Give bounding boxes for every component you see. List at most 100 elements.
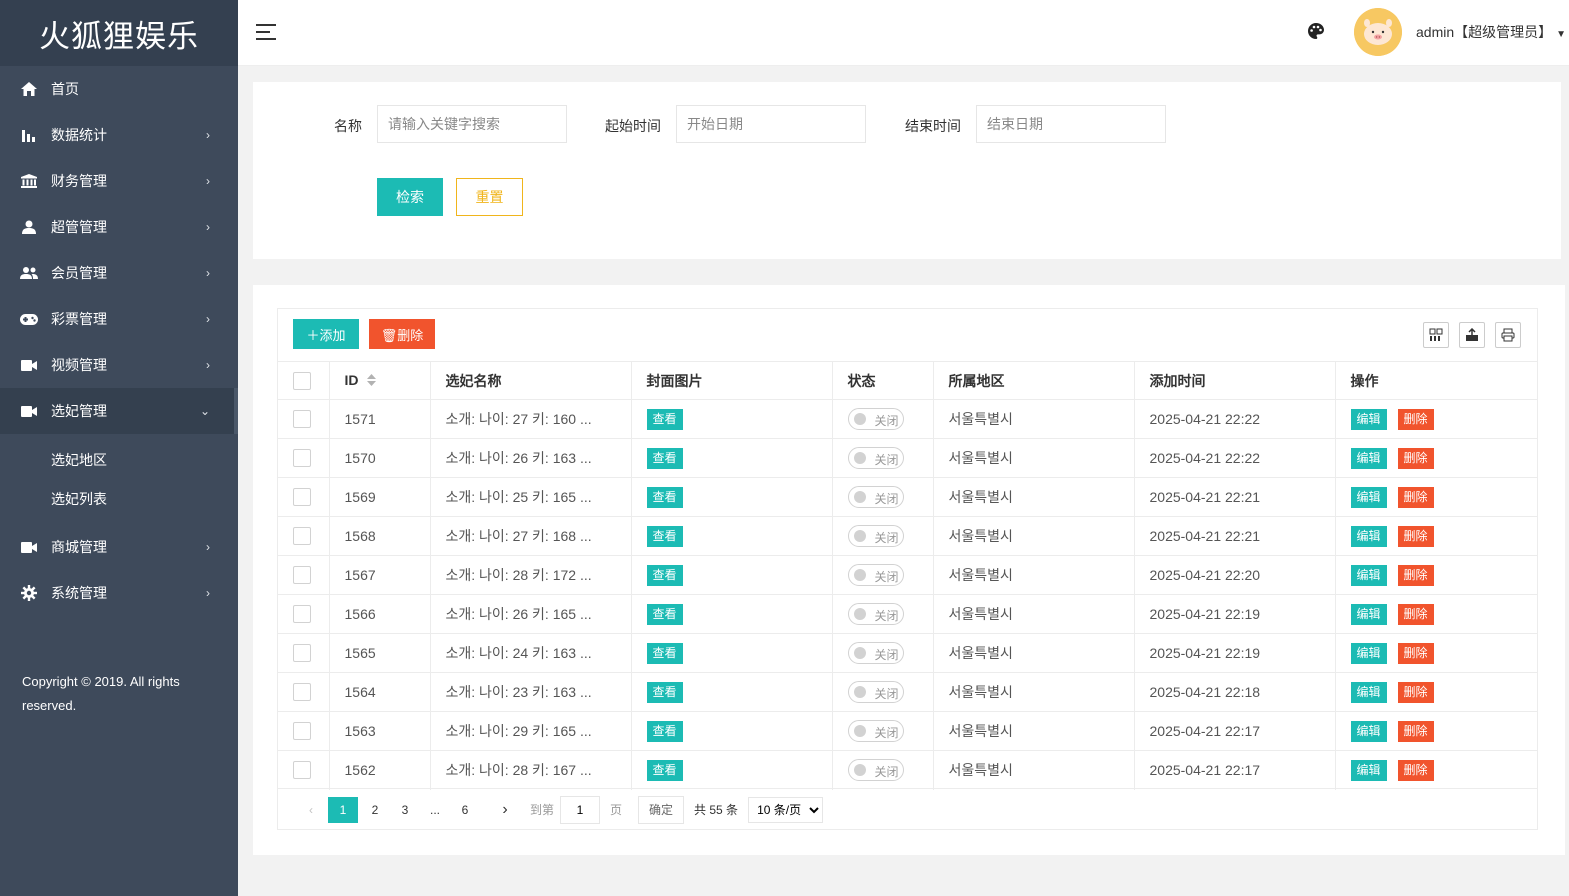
- view-cover-button[interactable]: 查看: [646, 642, 683, 664]
- cell-id: 1569: [329, 477, 431, 517]
- sidebar-item-lottery[interactable]: 彩票管理 ›: [0, 296, 238, 342]
- row-checkbox[interactable]: [293, 683, 311, 702]
- edit-button[interactable]: 编辑: [1350, 603, 1387, 625]
- row-checkbox[interactable]: [293, 722, 311, 741]
- columns-filter-icon[interactable]: [1423, 322, 1449, 348]
- edit-button[interactable]: 编辑: [1350, 720, 1387, 742]
- view-cover-button[interactable]: 查看: [646, 525, 683, 547]
- sidebar-item-system[interactable]: 系统管理 ›: [0, 570, 238, 616]
- row-checkbox[interactable]: [293, 527, 311, 546]
- delete-button[interactable]: 删除: [1397, 759, 1434, 781]
- page-current[interactable]: 1: [328, 796, 358, 823]
- status-toggle[interactable]: 关闭: [847, 759, 904, 782]
- sidebar-item-super-admin[interactable]: 超管管理 ›: [0, 204, 238, 250]
- view-cover-button[interactable]: 查看: [646, 603, 683, 625]
- export-icon[interactable]: [1459, 322, 1485, 348]
- delete-button[interactable]: 删除: [1397, 447, 1434, 469]
- goto-page-input[interactable]: [560, 795, 601, 824]
- page-size-select[interactable]: 10 条/页: [748, 796, 824, 823]
- cell-name: 소개: 나이: 26 키: 165 ...: [430, 594, 632, 634]
- row-checkbox[interactable]: [293, 644, 311, 663]
- batch-delete-button[interactable]: 🗑删除: [369, 319, 435, 349]
- sidebar-item-members[interactable]: 会员管理 ›: [0, 250, 238, 296]
- view-cover-button[interactable]: 查看: [646, 486, 683, 508]
- print-icon[interactable]: [1495, 322, 1521, 348]
- column-header-id[interactable]: ID: [329, 361, 431, 400]
- status-toggle[interactable]: 关闭: [847, 525, 904, 547]
- edit-button[interactable]: 编辑: [1350, 408, 1387, 430]
- row-checkbox[interactable]: [293, 488, 311, 507]
- sidebar-item-home[interactable]: 首页: [0, 66, 238, 112]
- sidebar-item-video[interactable]: 视频管理 ›: [0, 342, 238, 388]
- view-cover-button[interactable]: 查看: [646, 408, 683, 430]
- status-toggle[interactable]: 关闭: [847, 681, 904, 703]
- delete-button[interactable]: 删除: [1397, 408, 1434, 430]
- data-table-container: ＋添加 🗑删除 ID 选妃名称 封面图片 状态 所属地区 添加时间 操作 157…: [277, 308, 1538, 830]
- page-link[interactable]: 2: [362, 797, 388, 823]
- status-toggle[interactable]: 关闭: [847, 486, 904, 508]
- goto-confirm-button[interactable]: 确定: [638, 795, 685, 824]
- status-toggle[interactable]: 关闭: [847, 603, 904, 625]
- avatar[interactable]: [1354, 8, 1402, 56]
- menu-toggle-icon[interactable]: [256, 24, 276, 40]
- add-button[interactable]: ＋添加: [293, 319, 359, 349]
- users-icon: [20, 264, 38, 282]
- edit-button[interactable]: 编辑: [1350, 759, 1387, 781]
- edit-button[interactable]: 编辑: [1350, 447, 1387, 469]
- row-checkbox[interactable]: [293, 410, 311, 429]
- sidebar-item-mall[interactable]: 商城管理 ›: [0, 524, 238, 570]
- edit-button[interactable]: 编辑: [1350, 564, 1387, 586]
- goto-label: 到第: [530, 803, 555, 817]
- view-cover-button[interactable]: 查看: [646, 447, 683, 469]
- view-cover-button[interactable]: 查看: [646, 564, 683, 586]
- sidebar: 火狐狸娱乐 首页 数据统计 › 财务管理 › 超管管理 › 会员管理 › 彩票管…: [0, 0, 238, 896]
- row-checkbox[interactable]: [293, 761, 311, 780]
- name-search-input[interactable]: [377, 105, 567, 143]
- chevron-right-icon: ›: [206, 266, 210, 280]
- page-link[interactable]: 3: [392, 797, 418, 823]
- delete-button[interactable]: 删除: [1397, 642, 1434, 664]
- sidebar-item-finance[interactable]: 财务管理 ›: [0, 158, 238, 204]
- sort-icon[interactable]: [366, 373, 376, 389]
- table-row: 1566 소개: 나이: 26 키: 165 ... 查看 关闭 서울특별시 2025-0…: [278, 594, 1537, 634]
- status-toggle[interactable]: 关闭: [847, 720, 904, 742]
- status-toggle[interactable]: 关闭: [847, 642, 904, 664]
- edit-button[interactable]: 编辑: [1350, 486, 1387, 508]
- delete-button[interactable]: 删除: [1397, 525, 1434, 547]
- view-cover-button[interactable]: 查看: [646, 681, 683, 703]
- sidebar-subitem-region[interactable]: 选妃地区: [0, 440, 238, 479]
- status-toggle[interactable]: 关闭: [847, 564, 904, 586]
- cell-id: 1565: [329, 633, 431, 673]
- search-button[interactable]: 检索: [377, 178, 443, 216]
- start-date-input[interactable]: [676, 105, 866, 143]
- view-cover-button[interactable]: 查看: [646, 720, 683, 742]
- end-date-input[interactable]: [976, 105, 1166, 143]
- sidebar-item-concubine[interactable]: 选妃管理 ⌄: [0, 388, 238, 434]
- edit-button[interactable]: 编辑: [1350, 642, 1387, 664]
- view-cover-button[interactable]: 查看: [646, 759, 683, 781]
- next-page-icon[interactable]: ›: [492, 797, 518, 823]
- status-toggle[interactable]: 关闭: [847, 408, 904, 430]
- user-menu[interactable]: admin【超级管理员】 ▼: [1416, 22, 1566, 42]
- prev-page-icon[interactable]: ‹: [298, 797, 324, 823]
- sidebar-subitem-list[interactable]: 选妃列表: [0, 479, 238, 518]
- row-checkbox[interactable]: [293, 449, 311, 468]
- brand-logo[interactable]: 火狐狸娱乐: [0, 0, 238, 66]
- copyright: Copyright © 2019. All rights reserved.: [22, 674, 180, 713]
- row-checkbox[interactable]: [293, 566, 311, 585]
- edit-button[interactable]: 编辑: [1350, 525, 1387, 547]
- status-toggle[interactable]: 关闭: [847, 447, 904, 469]
- reset-button[interactable]: 重置: [456, 178, 523, 216]
- delete-button[interactable]: 删除: [1397, 486, 1434, 508]
- delete-button[interactable]: 删除: [1397, 603, 1434, 625]
- delete-button[interactable]: 删除: [1397, 564, 1434, 586]
- palette-icon[interactable]: [1307, 22, 1327, 42]
- sidebar-item-statistics[interactable]: 数据统计 ›: [0, 112, 238, 158]
- cell-region: 서울특별시: [933, 477, 1135, 517]
- page-link[interactable]: 6: [452, 797, 478, 823]
- row-checkbox[interactable]: [293, 605, 311, 624]
- select-all-checkbox[interactable]: [293, 371, 311, 390]
- edit-button[interactable]: 编辑: [1350, 681, 1387, 703]
- delete-button[interactable]: 删除: [1397, 681, 1434, 703]
- delete-button[interactable]: 删除: [1397, 720, 1434, 742]
